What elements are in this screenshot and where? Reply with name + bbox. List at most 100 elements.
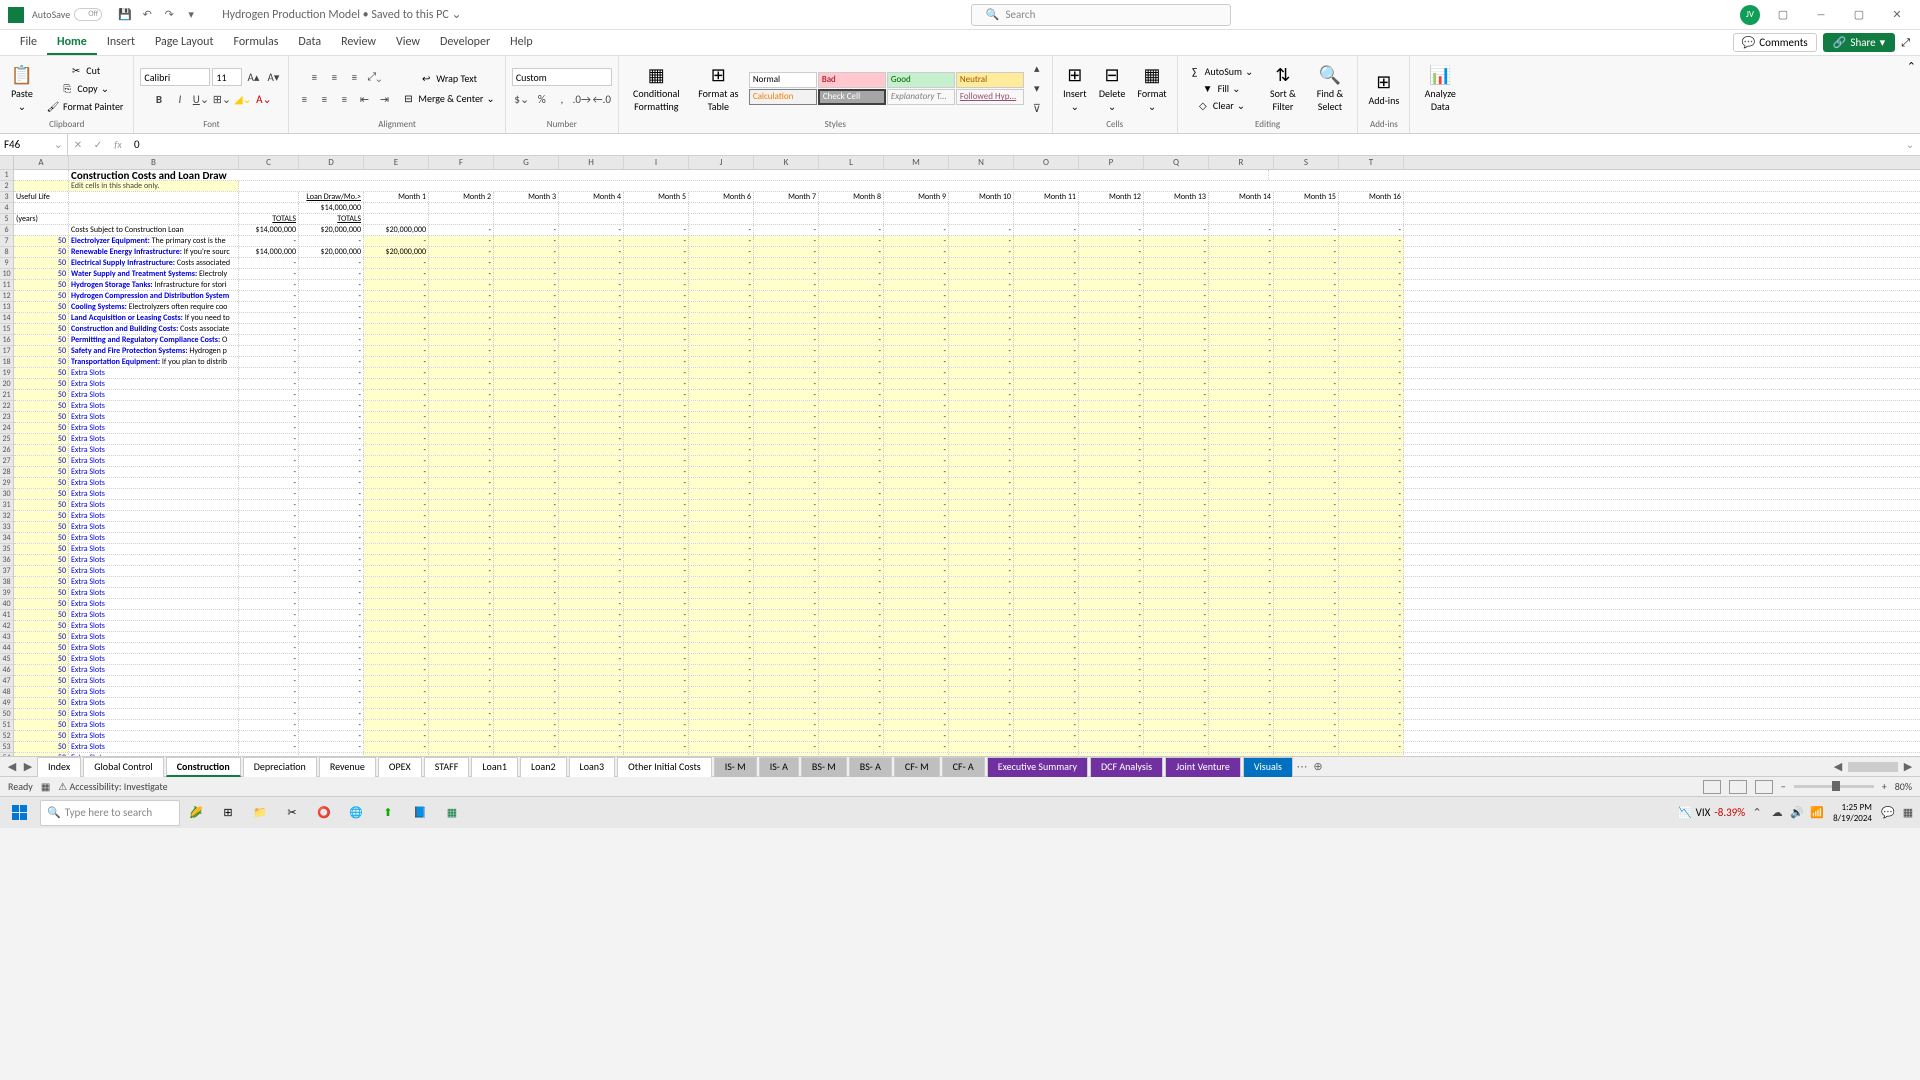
cell[interactable]: -	[819, 236, 884, 246]
cell[interactable]: -	[689, 456, 754, 466]
cell[interactable]	[1144, 203, 1209, 213]
cell[interactable]: -	[1209, 566, 1274, 576]
cell[interactable]: 50	[14, 302, 69, 312]
cell[interactable]: -	[884, 390, 949, 400]
cell[interactable]: -	[624, 269, 689, 279]
zoom-in-icon[interactable]: +	[1882, 780, 1887, 793]
hscroll-thumb[interactable]	[1848, 762, 1898, 772]
cell[interactable]: -	[819, 555, 884, 565]
cell[interactable]: -	[429, 247, 494, 257]
cell[interactable]: -	[429, 291, 494, 301]
cell[interactable]: -	[494, 577, 559, 587]
cell[interactable]: -	[949, 687, 1014, 697]
cell[interactable]	[689, 214, 754, 224]
cell[interactable]: -	[1274, 291, 1339, 301]
copy-button[interactable]: ⎘Copy ⌄	[56, 80, 113, 96]
cell[interactable]: -	[819, 247, 884, 257]
cell[interactable]: 50	[14, 566, 69, 576]
cell[interactable]: -	[949, 236, 1014, 246]
row-header-13[interactable]: 13	[0, 302, 13, 313]
align-middle-icon[interactable]: ≡	[325, 68, 343, 86]
cell[interactable]: -	[1209, 643, 1274, 653]
cell[interactable]: -	[429, 654, 494, 664]
menu-tab-view[interactable]: View	[386, 31, 430, 55]
cell[interactable]: -	[364, 324, 429, 334]
cell[interactable]: -	[1209, 368, 1274, 378]
cell[interactable]: 50	[14, 544, 69, 554]
cell[interactable]: -	[884, 500, 949, 510]
cell[interactable]: -	[884, 753, 949, 756]
cell[interactable]: -	[884, 313, 949, 323]
styles-down-icon[interactable]: ▾	[1028, 79, 1046, 97]
cell[interactable]: -	[429, 368, 494, 378]
cell[interactable]: -	[429, 720, 494, 730]
sheet-tab-cf-a[interactable]: CF- A	[942, 757, 985, 777]
row-header-49[interactable]: 49	[0, 698, 13, 709]
cell[interactable]: -	[429, 610, 494, 620]
cell[interactable]: -	[624, 236, 689, 246]
cell[interactable]: -	[239, 324, 299, 334]
cell[interactable]: 50	[14, 291, 69, 301]
cell[interactable]: -	[819, 621, 884, 631]
cell[interactable]: -	[239, 335, 299, 345]
cell[interactable]: -	[624, 335, 689, 345]
cell[interactable]: -	[1014, 599, 1079, 609]
cell[interactable]: -	[689, 654, 754, 664]
cell[interactable]: -	[299, 709, 364, 719]
cell[interactable]: -	[1014, 379, 1079, 389]
cell[interactable]: -	[494, 258, 559, 268]
bold-button[interactable]: B	[150, 90, 168, 108]
cell[interactable]: -	[299, 379, 364, 389]
cell[interactable]: -	[1209, 280, 1274, 290]
cell[interactable]: -	[949, 412, 1014, 422]
cell[interactable]: -	[754, 533, 819, 543]
cell[interactable]: Extra Slots	[69, 412, 239, 422]
cell[interactable]: -	[559, 643, 624, 653]
cell[interactable]: -	[429, 742, 494, 752]
cell[interactable]: -	[1209, 225, 1274, 235]
row-header-2[interactable]: 2	[0, 181, 13, 192]
cell[interactable]: -	[689, 544, 754, 554]
cell[interactable]: 50	[14, 698, 69, 708]
cell[interactable]: -	[559, 632, 624, 642]
cell[interactable]: -	[884, 258, 949, 268]
cell[interactable]: -	[1144, 588, 1209, 598]
styles-up-icon[interactable]: ▴	[1028, 59, 1046, 77]
cell[interactable]: -	[559, 731, 624, 741]
cell[interactable]: -	[494, 335, 559, 345]
cell[interactable]: -	[429, 225, 494, 235]
cell[interactable]: -	[819, 665, 884, 675]
cell[interactable]	[494, 203, 559, 213]
cell[interactable]: -	[884, 632, 949, 642]
cell[interactable]	[1339, 214, 1404, 224]
cell[interactable]: -	[429, 643, 494, 653]
cell[interactable]: -	[884, 665, 949, 675]
cell[interactable]: 50	[14, 335, 69, 345]
menu-tab-insert[interactable]: Insert	[97, 31, 145, 55]
cell[interactable]: -	[1209, 313, 1274, 323]
cell[interactable]: -	[1144, 753, 1209, 756]
cell[interactable]: -	[494, 291, 559, 301]
cell[interactable]: -	[1339, 687, 1404, 697]
cell[interactable]: Extra Slots	[69, 555, 239, 565]
cell[interactable]: -	[1339, 379, 1404, 389]
cell[interactable]: Construction and Building Costs: Costs a…	[69, 324, 239, 334]
cell[interactable]: -	[429, 676, 494, 686]
sheet-tab-executive-summary[interactable]: Executive Summary	[987, 757, 1088, 777]
cell[interactable]: -	[819, 467, 884, 477]
cell[interactable]: -	[754, 522, 819, 532]
cell[interactable]: -	[884, 225, 949, 235]
col-header-E[interactable]: E	[364, 156, 429, 169]
cell[interactable]: -	[1144, 577, 1209, 587]
cell[interactable]: -	[689, 687, 754, 697]
cell[interactable]: -	[1209, 599, 1274, 609]
cell[interactable]: -	[299, 599, 364, 609]
cell[interactable]: -	[494, 412, 559, 422]
cell[interactable]: -	[429, 423, 494, 433]
cell[interactable]: -	[364, 390, 429, 400]
cell[interactable]: -	[1274, 324, 1339, 334]
cell[interactable]	[69, 214, 239, 224]
cell[interactable]: -	[429, 698, 494, 708]
cell[interactable]: -	[949, 654, 1014, 664]
cell[interactable]: -	[494, 731, 559, 741]
